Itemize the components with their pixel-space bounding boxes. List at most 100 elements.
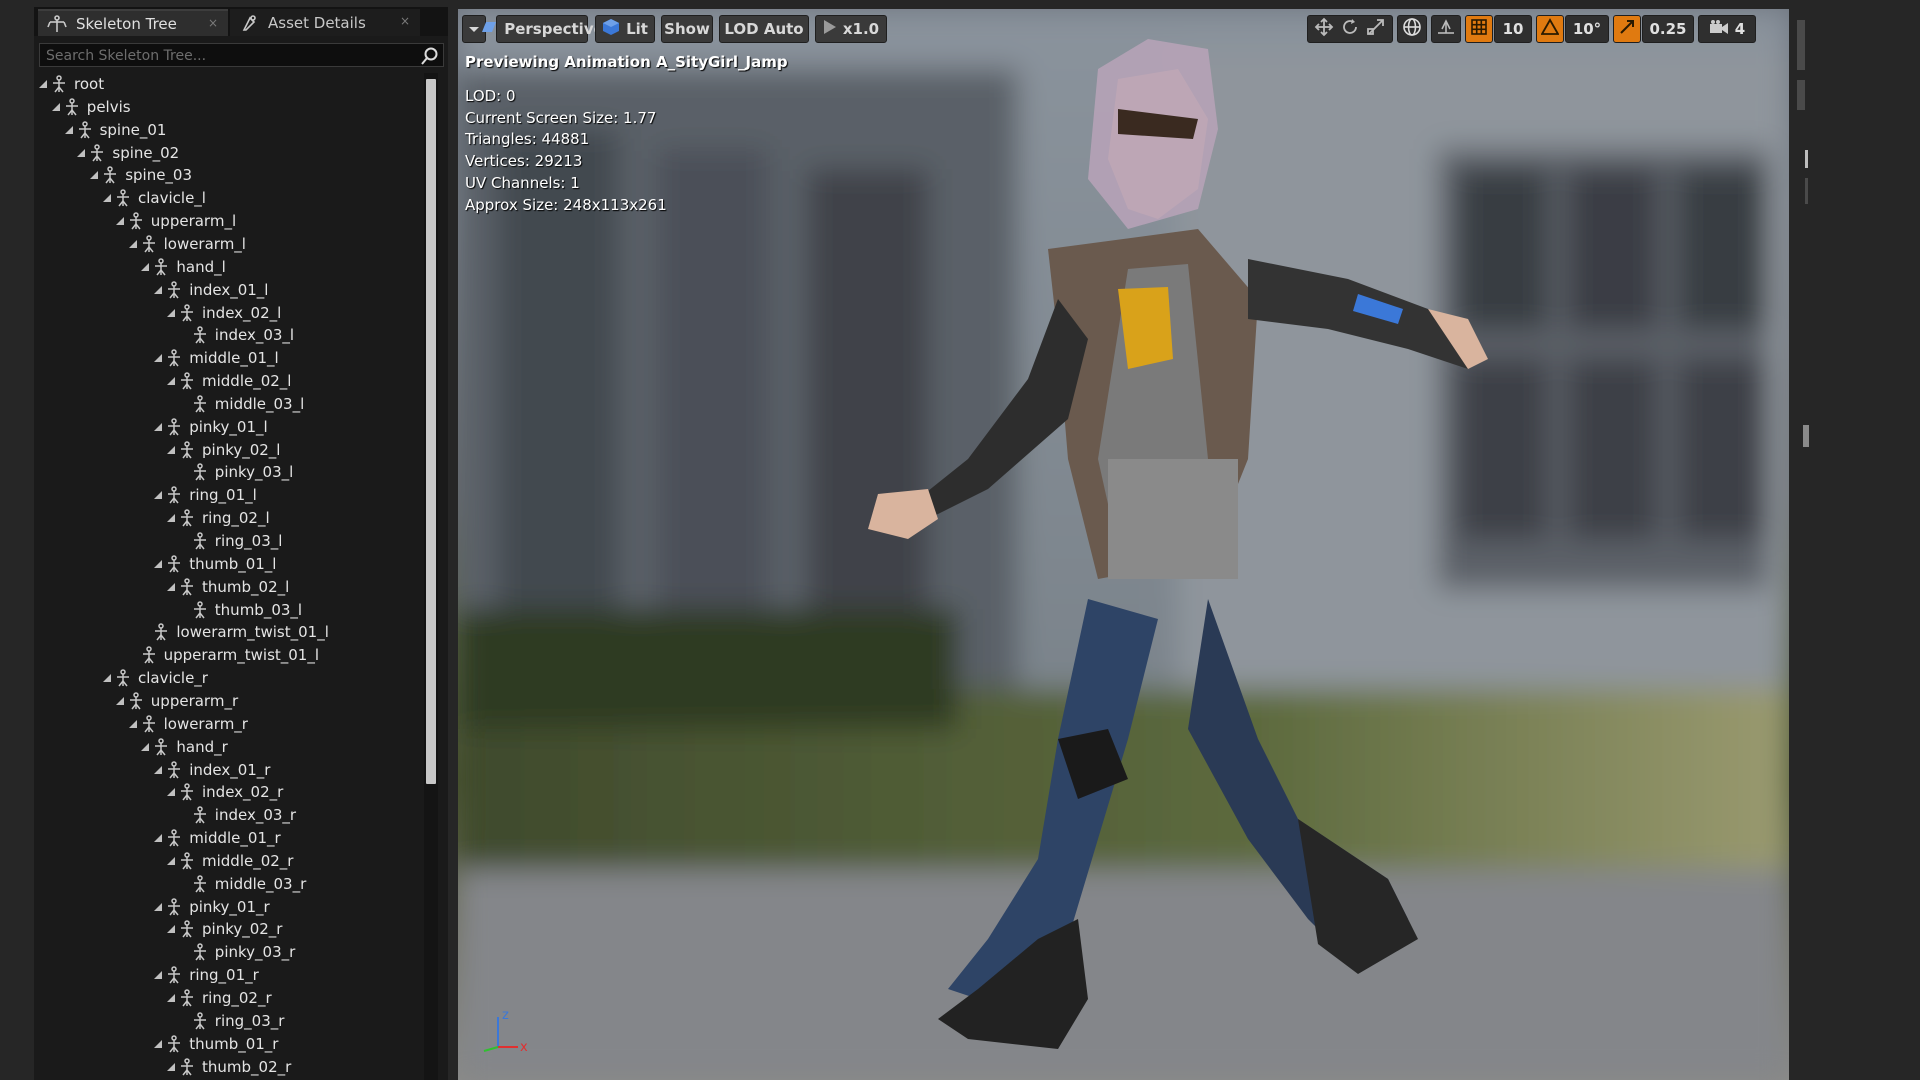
expand-arrow-icon[interactable] bbox=[102, 673, 112, 683]
tree-row[interactable]: pelvis bbox=[51, 96, 131, 118]
show-button[interactable]: Show bbox=[661, 15, 713, 43]
search-icon[interactable] bbox=[420, 46, 440, 66]
expand-arrow-icon[interactable] bbox=[153, 1039, 163, 1049]
tree-row[interactable]: lowerarm_twist_01_l bbox=[140, 621, 329, 643]
tree-row[interactable]: pinky_02_r bbox=[166, 918, 282, 940]
tab-asset-details[interactable]: Asset Details × bbox=[230, 9, 420, 36]
tree-row[interactable]: hand_l bbox=[140, 256, 226, 278]
expand-arrow-icon[interactable] bbox=[64, 125, 74, 135]
tree-row[interactable]: middle_02_r bbox=[166, 850, 293, 872]
expand-arrow-icon[interactable] bbox=[166, 924, 176, 934]
tree-row[interactable]: spine_03 bbox=[89, 164, 192, 186]
expand-arrow-icon[interactable] bbox=[140, 742, 150, 752]
expand-arrow-icon[interactable] bbox=[166, 445, 176, 455]
expand-arrow-icon[interactable] bbox=[153, 422, 163, 432]
tree-row[interactable]: index_01_l bbox=[153, 279, 268, 301]
expand-arrow-icon[interactable] bbox=[166, 993, 176, 1003]
tree-row[interactable]: upperarm_r bbox=[115, 690, 238, 712]
lod-button[interactable]: LOD Auto bbox=[719, 15, 809, 43]
tree-row[interactable]: thumb_02_l bbox=[166, 576, 289, 598]
lit-button[interactable]: Lit bbox=[595, 15, 655, 43]
tree-row[interactable]: pinky_02_l bbox=[166, 439, 280, 461]
expand-arrow-icon[interactable] bbox=[153, 490, 163, 500]
right-panel-handle[interactable] bbox=[1797, 20, 1805, 70]
expand-arrow-icon[interactable] bbox=[153, 902, 163, 912]
expand-arrow-icon[interactable] bbox=[166, 856, 176, 866]
tree-row[interactable]: thumb_02_r bbox=[166, 1056, 291, 1078]
expand-arrow-icon[interactable] bbox=[166, 582, 176, 592]
expand-arrow-icon[interactable] bbox=[51, 102, 61, 112]
expand-arrow-icon[interactable] bbox=[153, 970, 163, 980]
expand-arrow-icon[interactable] bbox=[166, 376, 176, 386]
rotate-icon[interactable] bbox=[1340, 17, 1360, 41]
translate-icon[interactable] bbox=[1314, 17, 1334, 41]
tree-row[interactable]: middle_03_r bbox=[179, 873, 306, 895]
scale-snap-value[interactable]: 0.25 bbox=[1642, 15, 1694, 43]
tree-row[interactable]: thumb_03_l bbox=[179, 599, 302, 621]
expand-arrow-icon[interactable] bbox=[76, 148, 86, 158]
tree-row[interactable]: index_03_r bbox=[179, 804, 296, 826]
expand-arrow-icon[interactable] bbox=[166, 1062, 176, 1072]
camera-speed-button[interactable]: 4 bbox=[1698, 15, 1756, 43]
right-panel-scroll-handle[interactable] bbox=[1803, 425, 1809, 447]
tree-row[interactable]: thumb_01_l bbox=[153, 553, 276, 575]
tree-row[interactable]: index_01_r bbox=[153, 759, 270, 781]
tree-row[interactable]: middle_01_r bbox=[153, 827, 281, 849]
tree-row[interactable]: pinky_01_r bbox=[153, 896, 270, 918]
tree-row[interactable]: ring_03_l bbox=[179, 530, 282, 552]
expand-arrow-icon[interactable] bbox=[128, 239, 138, 249]
tree-row[interactable]: spine_02 bbox=[76, 142, 179, 164]
tree-row[interactable]: ring_02_r bbox=[166, 987, 272, 1009]
close-icon[interactable]: × bbox=[400, 14, 410, 28]
perspective-button[interactable]: Perspective bbox=[482, 15, 604, 43]
tree-row[interactable]: middle_01_l bbox=[153, 347, 279, 369]
tree-row[interactable]: root bbox=[38, 73, 104, 95]
tree-row[interactable]: lowerarm_r bbox=[128, 713, 248, 735]
tree-row[interactable]: ring_01_r bbox=[153, 964, 259, 986]
tree-row[interactable]: spine_01 bbox=[64, 119, 166, 141]
tree-row[interactable]: upperarm_l bbox=[115, 210, 236, 232]
tree-row[interactable]: clavicle_l bbox=[102, 187, 206, 209]
tree-row[interactable]: clavicle_r bbox=[102, 667, 208, 689]
expand-arrow-icon[interactable] bbox=[140, 262, 150, 272]
tree-row[interactable]: pinky_01_l bbox=[153, 416, 268, 438]
tree-row[interactable]: lowerarm_l bbox=[128, 233, 246, 255]
search-input[interactable] bbox=[40, 44, 418, 68]
expand-arrow-icon[interactable] bbox=[115, 216, 125, 226]
tab-skeleton-tree[interactable]: Skeleton Tree × bbox=[38, 9, 228, 36]
expand-arrow-icon[interactable] bbox=[166, 513, 176, 523]
expand-arrow-icon[interactable] bbox=[153, 559, 163, 569]
right-panel-handle[interactable] bbox=[1797, 80, 1805, 110]
expand-arrow-icon[interactable] bbox=[153, 833, 163, 843]
close-icon[interactable]: × bbox=[208, 16, 218, 30]
tree-row[interactable]: index_02_l bbox=[166, 302, 281, 324]
expand-arrow-icon[interactable] bbox=[153, 765, 163, 775]
tree-row[interactable]: index_03_l bbox=[179, 324, 294, 346]
skeleton-tree-search[interactable] bbox=[39, 43, 444, 68]
tree-row[interactable]: pinky_03_l bbox=[179, 461, 293, 483]
tree-row[interactable]: middle_02_l bbox=[166, 370, 291, 392]
tree-row[interactable]: hand_r bbox=[140, 736, 228, 758]
tree-row[interactable]: ring_01_l bbox=[153, 484, 257, 506]
expand-arrow-icon[interactable] bbox=[128, 719, 138, 729]
tree-row[interactable]: index_02_r bbox=[166, 781, 283, 803]
animation-viewport[interactable]: Perspective Lit Show LOD Auto x1.0 10 10… bbox=[458, 9, 1789, 1080]
tree-scrollbar-thumb[interactable] bbox=[426, 79, 436, 784]
expand-arrow-icon[interactable] bbox=[89, 170, 99, 180]
tree-row[interactable]: pinky_03_r bbox=[179, 941, 295, 963]
expand-arrow-icon[interactable] bbox=[102, 193, 112, 203]
tree-row[interactable]: ring_03_r bbox=[179, 1010, 284, 1032]
character-model[interactable] bbox=[828, 39, 1588, 1079]
expand-arrow-icon[interactable] bbox=[153, 285, 163, 295]
expand-arrow-icon[interactable] bbox=[166, 308, 176, 318]
tree-row[interactable]: ring_02_l bbox=[166, 507, 270, 529]
expand-arrow-icon[interactable] bbox=[115, 696, 125, 706]
expand-arrow-icon[interactable] bbox=[153, 353, 163, 363]
tree-row[interactable]: upperarm_twist_01_l bbox=[128, 644, 319, 666]
expand-arrow-icon[interactable] bbox=[38, 79, 48, 89]
scale-icon[interactable] bbox=[1366, 17, 1386, 41]
scale-snap-toggle[interactable] bbox=[1613, 15, 1641, 43]
tree-row[interactable]: middle_03_l bbox=[179, 393, 304, 415]
expand-arrow-icon[interactable] bbox=[166, 787, 176, 797]
tree-row[interactable]: thumb_01_r bbox=[153, 1033, 278, 1055]
